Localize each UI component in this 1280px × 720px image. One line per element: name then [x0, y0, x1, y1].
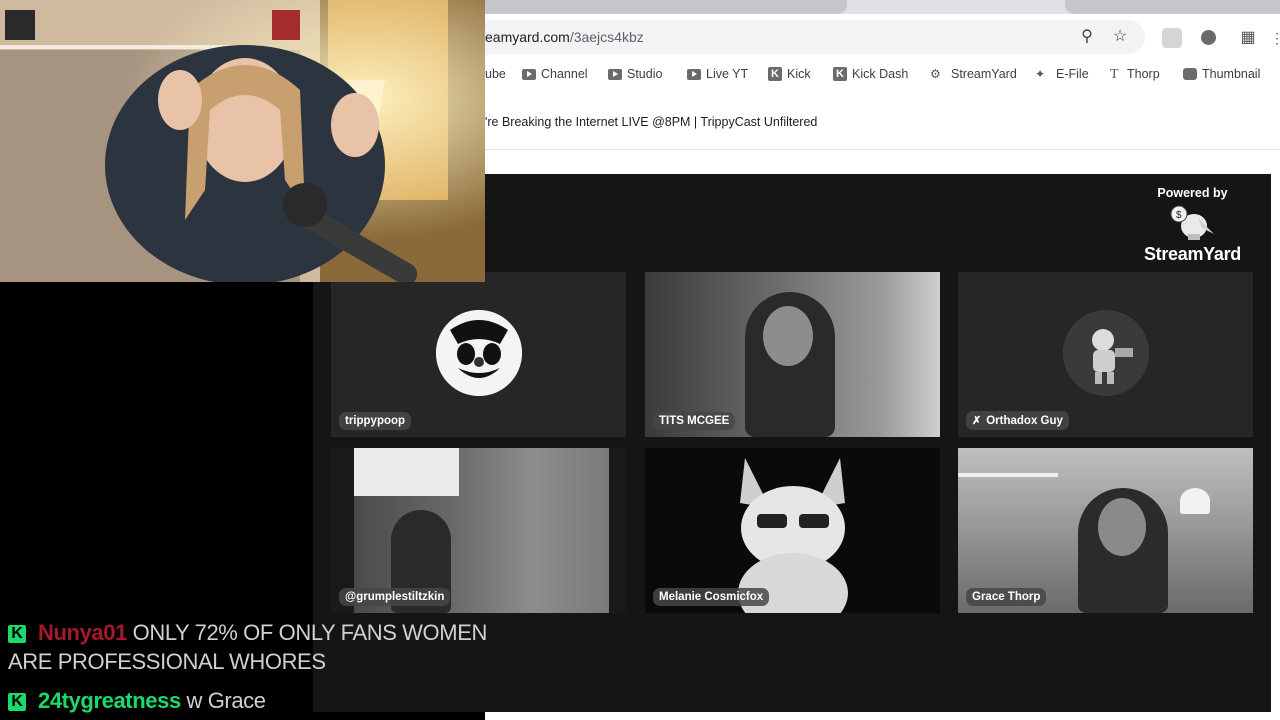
mic-muted-icon: ✗ [972, 415, 982, 427]
address-bar[interactable]: eamyard.com/3aejcs4kbz ⚲ ☆ [485, 20, 1145, 54]
efile-icon: ✦ [1035, 67, 1046, 81]
participant-name: @grumplestiltzkin [339, 588, 451, 606]
chat-username: 24tygreatness [38, 688, 181, 713]
bookmark-streamyard[interactable]: ⚙ StreamYard [930, 67, 1017, 81]
tab-active[interactable] [485, 0, 847, 14]
profile-icon[interactable] [1201, 30, 1216, 45]
webcam-monitor [354, 448, 459, 496]
participant-name: Grace Thorp [966, 588, 1047, 606]
streamyard-icon: ⚙ [930, 67, 941, 81]
powered-by-label: Powered by [1157, 186, 1228, 200]
participant-tile[interactable]: trippypoop [331, 272, 626, 437]
chat-text: w Grace [186, 688, 267, 713]
extension-icon[interactable] [1162, 28, 1182, 48]
chat-overlay: K Nunya01 ONLY 72% OF ONLY FANS WOMEN ARE… [0, 614, 560, 720]
zoom-icon[interactable]: ⚲ [1078, 28, 1096, 46]
streamyard-mascot-icon: $ [1168, 204, 1216, 242]
thorp-icon: T [1110, 66, 1119, 82]
participant-tile[interactable]: Grace Thorp [958, 448, 1253, 613]
bookmarks-bar: ube Channel Studio Live YT K Kick K Kick D… [485, 64, 1280, 86]
svg-text:$: $ [1176, 210, 1182, 221]
tab-strip [485, 0, 1280, 14]
webcam-face [763, 306, 813, 366]
bookmark-efile[interactable]: ✦ E-File [1035, 67, 1089, 81]
participant-tile[interactable]: TITS MCGEE [645, 272, 940, 437]
participant-tile[interactable]: ✗ Orthadox Guy [958, 272, 1253, 437]
puzzle-extensions-icon[interactable]: ▦ [1238, 28, 1258, 48]
url-text[interactable]: eamyard.com/3aejcs4kbz [485, 29, 644, 45]
chat-message: K Nunya01 ONLY 72% OF ONLY FANS WOMEN [8, 620, 487, 646]
streamer-webcam [0, 0, 485, 282]
bookmark-kick-dash[interactable]: K Kick Dash [833, 67, 908, 81]
chat-message: K 24tygreatness w Grace [8, 688, 266, 714]
participant-tile[interactable]: Melanie Cosmicfox [645, 448, 940, 613]
bookmark-thumbnail[interactable]: Thumbnail [1183, 67, 1260, 81]
bookmark-star-icon[interactable]: ☆ [1111, 28, 1129, 46]
kick-icon: K [833, 67, 847, 81]
tab-other[interactable] [1065, 0, 1280, 14]
bookmark-kick[interactable]: K Kick [768, 67, 811, 81]
stream-title: 're Breaking the Internet LIVE @8PM | Tr… [485, 115, 818, 129]
thumbnail-icon [1183, 68, 1197, 80]
bookmark-thorp[interactable]: T Thorp [1110, 67, 1160, 81]
chat-text: ONLY 72% OF ONLY FANS WOMEN [132, 620, 488, 645]
bookmark-studio[interactable]: Studio [608, 67, 662, 81]
powered-by-badge: Powered by $ StreamYard [1144, 186, 1241, 265]
bookmark-channel[interactable]: Channel [522, 67, 588, 81]
youtube-icon [608, 68, 622, 80]
participant-name: TITS MCGEE [653, 412, 736, 430]
streamyard-logo: StreamYard [1143, 244, 1241, 264]
kick-badge-icon: K [8, 693, 26, 711]
webcam-face [1098, 498, 1146, 556]
bookmark-youtube[interactable]: ube [485, 67, 506, 81]
participant-name: trippypoop [339, 412, 412, 430]
clown-avatar [435, 310, 522, 396]
kick-badge-icon: K [8, 625, 26, 643]
bookmark-live-yt[interactable]: Live YT [687, 67, 748, 81]
kick-icon: K [768, 67, 782, 81]
webcam-lamp [1180, 488, 1210, 514]
participant-name: ✗ Orthadox Guy [966, 411, 1069, 430]
youtube-icon [522, 68, 536, 80]
webcam-shelf [958, 473, 1058, 477]
chat-username: Nunya01 [38, 620, 127, 645]
participant-name: Melanie Cosmicfox [653, 588, 770, 606]
chat-message-continued: ARE PROFESSIONAL WHORES [8, 649, 326, 674]
menu-icon[interactable]: ⋮ [1270, 28, 1280, 48]
youtube-icon [687, 68, 701, 80]
participant-tile[interactable]: @grumplestiltzkin [331, 448, 626, 613]
astronaut-avatar [1062, 310, 1149, 396]
